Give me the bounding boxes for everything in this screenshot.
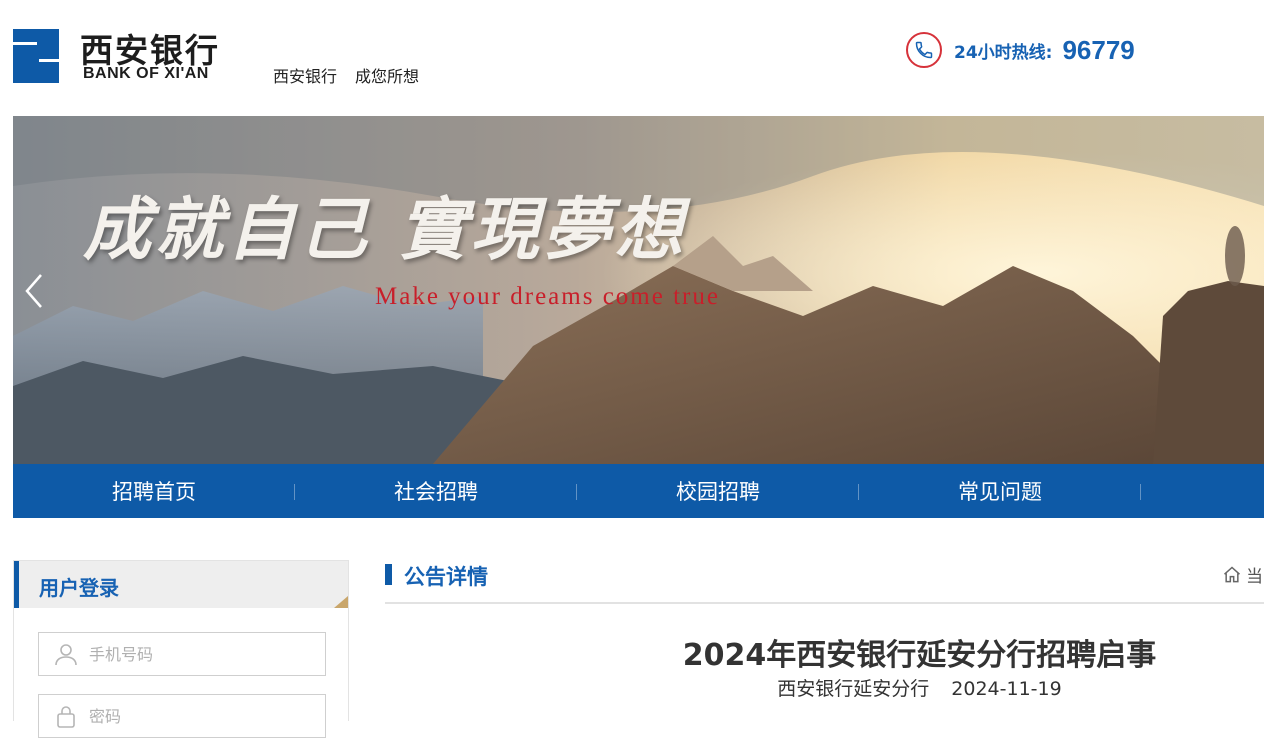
home-icon[interactable]: [1222, 565, 1242, 585]
login-panel-header: 用户登录: [14, 561, 348, 608]
article-source: 西安银行延安分行: [777, 678, 930, 700]
corner-decoration: [334, 596, 348, 608]
article-meta: 西安银行延安分行 2024-11-19: [385, 674, 1264, 701]
hotline-label: 24小时热线:: [954, 42, 1053, 63]
site-header: 西安银行 BANK OF XI'AN 西安银行 成您所想 24小时热线: 9677…: [0, 0, 1264, 116]
password-input[interactable]: [87, 705, 311, 727]
login-panel: 用户登录: [13, 560, 349, 738]
nav-item-label: 校园招聘: [676, 480, 760, 504]
slogan-part-1: 西安银行: [273, 67, 338, 86]
main-nav: 招聘首页 社会招聘 校园招聘 常见问题 提: [13, 464, 1264, 518]
slogan: 西安银行 成您所想: [273, 63, 437, 87]
user-icon: [51, 639, 81, 669]
banner-headline: 成就自己 實現夢想: [83, 190, 687, 270]
nav-item-label: 常见问题: [958, 480, 1042, 504]
slogan-part-2: 成您所想: [355, 67, 420, 86]
section-title: 公告详情: [404, 565, 488, 589]
lock-icon: [51, 701, 81, 731]
bank-logo-icon[interactable]: [13, 29, 59, 83]
hotline-number: 96779: [1062, 34, 1135, 65]
logo-english-name[interactable]: BANK OF XI'AN: [83, 65, 209, 83]
phone-icon: [906, 32, 942, 68]
banner-tagline: Make your dreams come true: [375, 283, 720, 310]
breadcrumb: 当: [1222, 562, 1263, 587]
section-header: 公告详情 当: [385, 556, 1264, 604]
article-title: 2024年西安银行延安分行招聘启事: [682, 638, 1157, 673]
password-field[interactable]: [38, 694, 326, 738]
phone-input[interactable]: [87, 643, 311, 665]
article-date: 2024-11-19: [951, 678, 1062, 700]
hotline: 24小时热线: 96779: [906, 30, 1135, 70]
hero-banner[interactable]: 成就自己 實現夢想 Make your dreams come true: [13, 116, 1264, 464]
nav-item-label: 社会招聘: [394, 480, 478, 504]
nav-item-submit[interactable]: 提: [1141, 464, 1264, 518]
nav-item-faq[interactable]: 常见问题: [859, 464, 1141, 518]
chevron-left-icon[interactable]: [23, 271, 47, 311]
login-title: 用户登录: [39, 576, 119, 600]
nav-item-label: 招聘首页: [112, 480, 196, 504]
nav-item-social-recruitment[interactable]: 社会招聘: [295, 464, 577, 518]
phone-field[interactable]: [38, 632, 326, 676]
section-accent-bar: [385, 564, 392, 585]
nav-item-campus-recruitment[interactable]: 校园招聘: [577, 464, 859, 518]
breadcrumb-label: 当: [1246, 567, 1263, 587]
nav-item-home[interactable]: 招聘首页: [13, 464, 295, 518]
